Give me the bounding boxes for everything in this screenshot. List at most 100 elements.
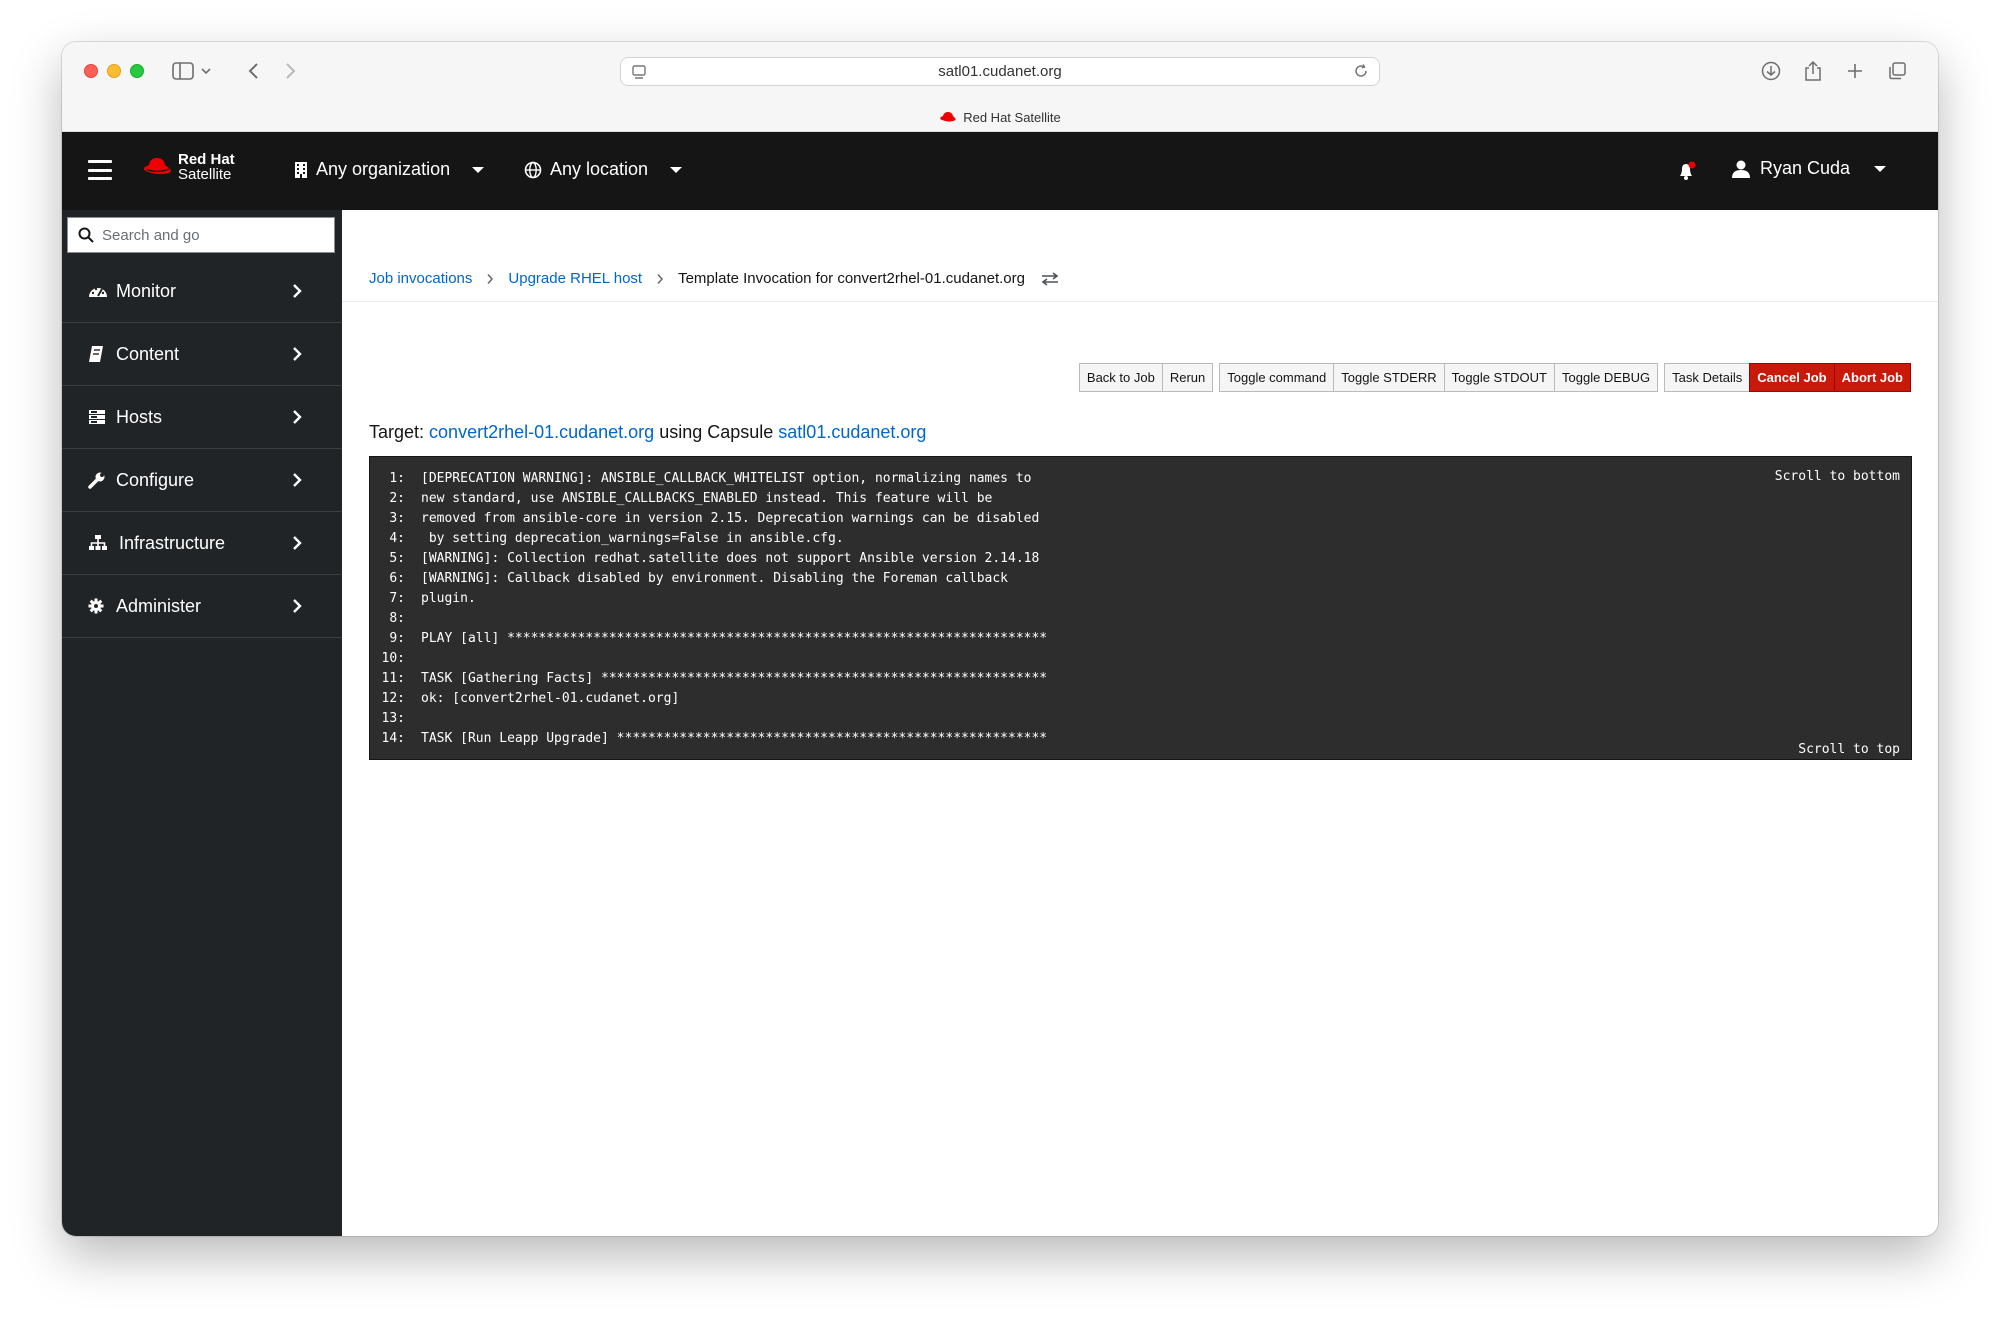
line-number: 6:	[389, 571, 405, 586]
user-name: Ryan Cuda	[1760, 158, 1851, 178]
chevron-right-icon	[293, 347, 302, 361]
line-number: 9:	[389, 631, 405, 646]
back-to-job-button[interactable]: Back to Job	[1078, 363, 1163, 392]
abort-job-button[interactable]: Abort Job	[1833, 363, 1911, 392]
search-icon	[78, 227, 94, 243]
globe-icon	[524, 161, 542, 178]
sidebar-item-monitor[interactable]: Monitor	[62, 260, 342, 323]
organization-selector[interactable]: Any organization	[294, 159, 485, 180]
console-line: 1: [DEPRECATION WARNING]: ANSIBLE_CALLBAC…	[370, 469, 1047, 489]
target-middle: using Capsule	[659, 422, 774, 442]
task-actions-group: Task Details Cancel Job Abort Job	[1664, 363, 1911, 392]
hamburger-menu-icon[interactable]	[88, 160, 112, 180]
sidebar-item-infrastructure[interactable]: Infrastructure	[62, 512, 342, 575]
line-number: 3:	[389, 511, 405, 526]
job-output-console[interactable]: 1: [DEPRECATION WARNING]: ANSIBLE_CALLBAC…	[369, 456, 1912, 760]
building-icon	[295, 161, 307, 178]
new-tab-button[interactable]	[1842, 56, 1868, 86]
line-text: [DEPRECATION WARNING]: ANSIBLE_CALLBACK_…	[421, 471, 1032, 486]
console-line: 9: PLAY [all] ***************************…	[370, 629, 1047, 649]
task-details-button[interactable]: Task Details	[1664, 363, 1751, 392]
toggle-stdout-button[interactable]: Toggle STDOUT	[1443, 363, 1556, 392]
console-line: 11: TASK [Gathering Facts] **************…	[370, 669, 1048, 689]
tab-title: Red Hat Satellite	[963, 109, 1061, 125]
forward-button[interactable]	[280, 56, 302, 86]
cancel-job-button[interactable]: Cancel Job	[1749, 363, 1835, 392]
chevron-right-icon	[293, 536, 302, 550]
organization-label: Any organization	[316, 159, 451, 179]
browser-window: satl01.cudanet.org Red Hat Satellite Red…	[62, 42, 1938, 1236]
downloads-button[interactable]	[1758, 56, 1784, 86]
target-prefix: Target:	[369, 422, 425, 442]
console-line: 10:	[370, 649, 1047, 669]
sidebar-search-input[interactable]: Search and go	[67, 217, 335, 253]
switcher-icon[interactable]	[1041, 271, 1059, 286]
browser-tab[interactable]: Red Hat Satellite	[62, 106, 1938, 128]
console-line: 5: [WARNING]: Collection redhat.satellite…	[370, 549, 1047, 569]
sidebar-item-content[interactable]: Content	[62, 323, 342, 386]
server-icon	[88, 409, 110, 425]
toggle-stderr-button[interactable]: Toggle STDERR	[1333, 363, 1445, 392]
toggle-debug-button[interactable]: Toggle DEBUG	[1554, 363, 1659, 392]
console-line: 7: plugin.	[370, 589, 1047, 609]
share-button[interactable]	[1800, 56, 1826, 86]
breadcrumb-upgrade-host-link[interactable]: Upgrade RHEL host	[508, 270, 642, 287]
user-menu[interactable]: Ryan Cuda	[1732, 158, 1887, 179]
address-bar[interactable]: satl01.cudanet.org	[620, 57, 1380, 86]
gear-icon	[88, 598, 110, 614]
console-line: 2: new standard, use ANSIBLE_CALLBACKS_EN…	[370, 489, 1047, 509]
sidebar-item-administer[interactable]: Administer	[62, 575, 342, 638]
line-number: 12:	[381, 691, 405, 706]
notifications-button[interactable]	[1676, 160, 1698, 187]
search-placeholder: Search and go	[102, 226, 200, 244]
sidebar-toggle-button[interactable]	[170, 56, 214, 86]
sidebar-item-label: Administer	[116, 595, 202, 616]
target-host-link[interactable]: convert2rhel-01.cudanet.org	[429, 422, 654, 442]
tab-overview-button[interactable]	[1884, 56, 1910, 86]
close-window-button[interactable]	[84, 64, 98, 78]
brand-logo[interactable]: Red Hat Satellite	[142, 152, 235, 182]
toggle-output-group: Toggle command Toggle STDERR Toggle STDO…	[1219, 363, 1659, 392]
rerun-button[interactable]: Rerun	[1161, 363, 1214, 392]
line-number: 13:	[381, 711, 405, 726]
line-number: 14:	[381, 731, 405, 746]
line-number: 1:	[389, 471, 405, 486]
capsule-link[interactable]: satl01.cudanet.org	[778, 422, 926, 442]
line-text: new standard, use ANSIBLE_CALLBACKS_ENAB…	[421, 491, 993, 506]
scroll-to-bottom-link[interactable]: Scroll to bottom	[1775, 469, 1900, 484]
minimize-window-button[interactable]	[107, 64, 121, 78]
redhat-logo-icon	[143, 158, 171, 175]
target-line: Target: convert2rhel-01.cudanet.org usin…	[369, 422, 926, 443]
caret-down-icon	[1874, 165, 1887, 172]
zoom-window-button[interactable]	[130, 64, 144, 78]
line-text: TASK [Gathering Facts] *****************…	[421, 671, 1048, 686]
share-icon	[1805, 60, 1821, 81]
sidebar-item-label: Hosts	[116, 406, 163, 427]
console-line: 12: ok: [convert2rhel-01.cudanet.org]	[370, 689, 1047, 709]
wrench-icon	[88, 471, 110, 489]
sidebar-icon	[172, 62, 211, 80]
sidebar-item-label: Monitor	[116, 280, 177, 301]
bell-icon	[1680, 161, 1696, 180]
window-controls	[84, 64, 144, 78]
sidebar-item-label: Configure	[116, 469, 195, 490]
job-nav-group: Back to Job Rerun	[1078, 363, 1214, 392]
breadcrumb-current: Template Invocation for convert2rhel-01.…	[678, 270, 1025, 287]
line-text: ok: [convert2rhel-01.cudanet.org]	[421, 691, 680, 706]
sidebar-item-hosts[interactable]: Hosts	[62, 386, 342, 449]
chevron-right-icon	[293, 284, 302, 298]
dashboard-icon	[88, 283, 110, 299]
reload-icon[interactable]	[1353, 63, 1369, 83]
chevron-right-icon	[286, 63, 296, 79]
console-lines: 1: [DEPRECATION WARNING]: ANSIBLE_CALLBAC…	[370, 469, 1048, 749]
sidebar-item-configure[interactable]: Configure	[62, 449, 342, 512]
sidebar: Search and go Monitor Content Hosts Conf…	[62, 210, 342, 1236]
page-settings-icon[interactable]	[631, 64, 647, 84]
location-selector[interactable]: Any location	[524, 159, 683, 180]
back-button[interactable]	[242, 56, 264, 86]
chevron-right-icon	[293, 473, 302, 487]
toggle-command-button[interactable]: Toggle command	[1219, 363, 1335, 392]
tabs-icon	[1889, 62, 1906, 80]
breadcrumb-job-invocations-link[interactable]: Job invocations	[369, 270, 472, 287]
scroll-to-top-link[interactable]: Scroll to top	[1798, 742, 1900, 757]
